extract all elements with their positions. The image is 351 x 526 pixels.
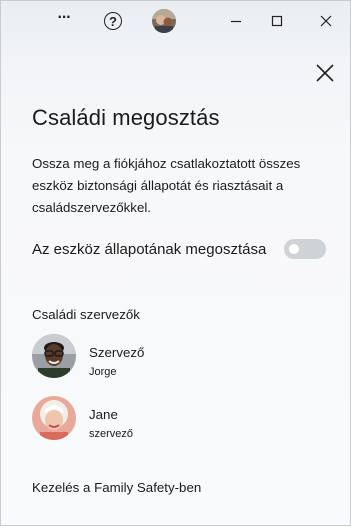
minimize-button[interactable]	[219, 5, 253, 37]
avatar	[32, 334, 76, 378]
organizer-subtitle: Jorge	[89, 366, 117, 378]
share-device-status-row: Az eszköz állapotának megosztása	[32, 239, 328, 261]
share-device-status-label: Az eszköz állapotának megosztása	[32, 241, 267, 258]
avatar	[32, 396, 76, 440]
panel-close-button[interactable]	[309, 57, 341, 89]
help-button[interactable]: ?	[96, 5, 130, 37]
toggle-knob	[289, 244, 299, 254]
organizer-photo	[32, 396, 76, 440]
avatar	[152, 9, 176, 33]
organizer-list-item: Szervező Jorge	[32, 334, 312, 382]
organizer-list-item: Jane szervező	[32, 396, 312, 444]
close-icon	[316, 64, 334, 82]
family-sharing-window: ··· ? Családi megosztás Ossza meg a fiók…	[0, 0, 351, 526]
family-organizers-heading: Családi szervezők	[32, 307, 140, 322]
page-title: Családi megosztás	[32, 105, 220, 130]
window-close-button[interactable]	[309, 5, 343, 37]
more-options-button[interactable]: ···	[47, 5, 81, 37]
share-device-status-toggle[interactable]	[284, 239, 326, 259]
minimize-icon	[231, 20, 241, 23]
account-avatar-button[interactable]	[147, 5, 181, 37]
title-bar: ··· ?	[1, 1, 350, 41]
maximize-button[interactable]	[260, 5, 294, 37]
description-text: Ossza meg a fiókjához csatlakoztatott ös…	[32, 156, 301, 215]
manage-in-family-safety-link[interactable]: Kezelés a Family Safety-ben	[32, 480, 201, 495]
maximize-icon	[271, 15, 283, 27]
organizer-name: Szervező	[89, 345, 145, 360]
help-circle-icon: ?	[104, 12, 122, 30]
organizer-subtitle: szervező	[89, 428, 134, 440]
organizer-photo	[32, 334, 76, 378]
more-horizontal-icon: ···	[57, 9, 72, 26]
avatar-image	[152, 9, 176, 33]
close-icon	[320, 15, 332, 27]
organizer-name: Jane	[89, 407, 118, 422]
